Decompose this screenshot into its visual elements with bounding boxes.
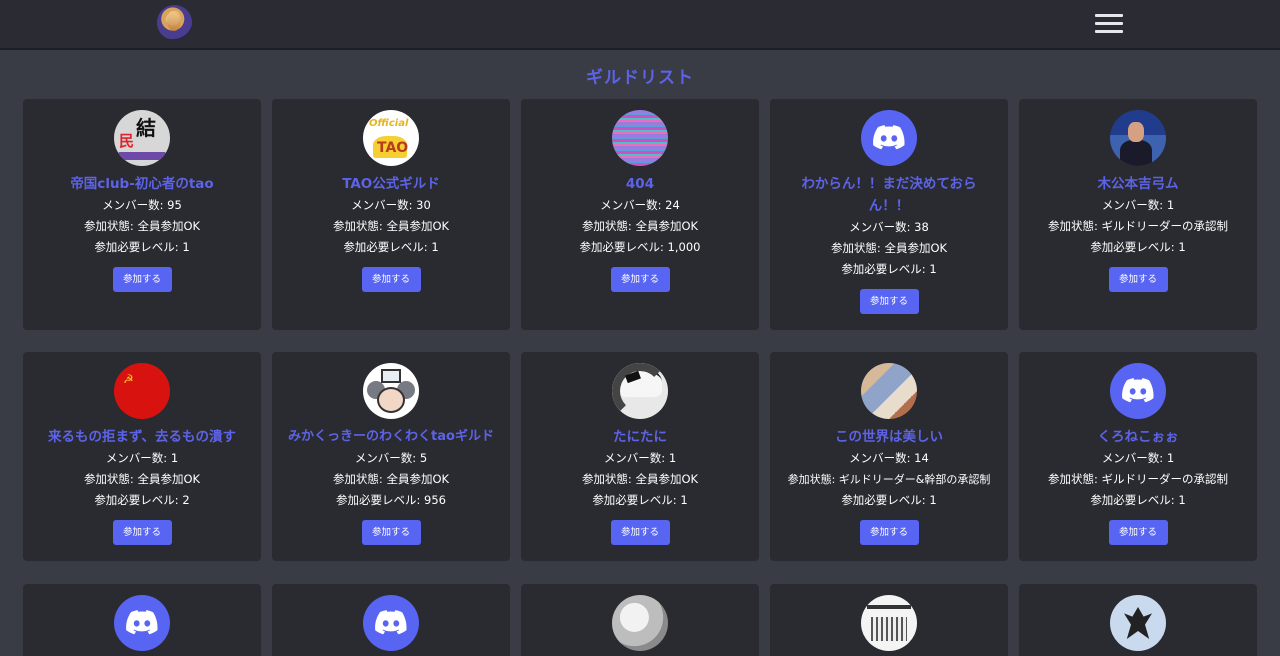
join-button[interactable]: 参加する xyxy=(859,520,919,545)
dragon-avatar xyxy=(1110,595,1166,651)
guild-name[interactable]: TAO公式ギルド xyxy=(272,173,510,195)
discord-icon xyxy=(126,610,158,635)
join-status: 参加状態: ギルドリーダーの承認制 xyxy=(1047,472,1229,486)
join-status: 参加状態: 全員参加OK xyxy=(83,472,201,486)
member-count: メンバー数: 24 xyxy=(600,198,680,212)
guild-name[interactable]: たにたに xyxy=(521,426,759,448)
top-navbar xyxy=(0,0,1280,50)
member-count: メンバー数: 1 xyxy=(105,451,179,465)
required-level: 参加必要レベル: 956 xyxy=(336,493,446,507)
join-status: 参加状態: ギルドリーダーの承認制 xyxy=(1047,219,1229,233)
join-status: 参加状態: 全員参加OK xyxy=(830,241,948,255)
discord-avatar xyxy=(861,110,917,166)
member-count: メンバー数: 1 xyxy=(1101,198,1175,212)
guild-name[interactable]: 来るもの拒まず、去るもの潰す xyxy=(23,426,261,448)
painting-avatar xyxy=(861,363,917,419)
required-level: 参加必要レベル: 2 xyxy=(94,493,190,507)
mouse-avatar xyxy=(363,363,419,419)
required-level: 参加必要レベル: 1 xyxy=(841,493,937,507)
guild-name[interactable]: 木公本吉弓ム xyxy=(1019,173,1257,195)
tao-official-avatar: Official TAO xyxy=(363,110,419,166)
guild-card: たにたに メンバー数: 1 参加状態: 全員参加OK 参加必要レベル: 1 参加… xyxy=(521,352,759,561)
guild-name[interactable]: みかくっきーのわくわくtaoギルド xyxy=(272,426,510,448)
hamburger-menu-icon[interactable] xyxy=(1094,10,1124,36)
join-status: 参加状態: 全員参加OK xyxy=(581,472,699,486)
required-level: 参加必要レベル: 1 xyxy=(841,262,937,276)
join-button[interactable]: 参加する xyxy=(112,267,172,292)
join-status: 参加状態: 全員参加OK xyxy=(332,219,450,233)
page-title: ギルドリスト xyxy=(586,68,694,88)
join-button[interactable]: 参加する xyxy=(361,520,421,545)
member-count: メンバー数: 1 xyxy=(1101,451,1175,465)
join-status: 参加状態: 全員参加OK xyxy=(581,219,699,233)
guild-name[interactable]: わからん！！まだ決めておらん！！ xyxy=(770,173,1008,217)
guild-card xyxy=(1019,584,1257,656)
join-status: 参加状態: ギルドリーダー&幹部の承認制 xyxy=(787,473,991,486)
required-level: 参加必要レベル: 1 xyxy=(1090,493,1186,507)
guild-name[interactable]: 帝国club-初心者のtao xyxy=(23,173,261,195)
required-level: 参加必要レベル: 1 xyxy=(94,240,190,254)
member-count: メンバー数: 14 xyxy=(849,451,929,465)
member-count: メンバー数: 1 xyxy=(603,451,677,465)
guild-card: わからん！！まだ決めておらん！！ メンバー数: 38 参加状態: 全員参加OK … xyxy=(770,99,1008,330)
discord-icon xyxy=(873,125,905,150)
required-level: 参加必要レベル: 1 xyxy=(592,493,688,507)
member-count: メンバー数: 30 xyxy=(351,198,431,212)
join-button[interactable]: 参加する xyxy=(610,267,670,292)
required-level: 参加必要レベル: 1 xyxy=(343,240,439,254)
member-count: メンバー数: 5 xyxy=(354,451,428,465)
discord-icon xyxy=(1122,378,1154,403)
guild-card: みかくっきーのわくわくtaoギルド メンバー数: 5 参加状態: 全員参加OK … xyxy=(272,352,510,561)
discord-icon xyxy=(375,610,407,635)
required-level: 参加必要レベル: 1,000 xyxy=(579,240,701,254)
anime-girl-avatar xyxy=(612,363,668,419)
guild-card xyxy=(23,584,261,656)
man-avatar xyxy=(1110,110,1166,166)
required-level: 参加必要レベル: 1 xyxy=(1090,240,1186,254)
member-count: メンバー数: 38 xyxy=(849,220,929,234)
discord-avatar xyxy=(363,595,419,651)
sketch-avatar xyxy=(612,595,668,651)
join-button[interactable]: 参加する xyxy=(859,289,919,314)
guild-card: 404 メンバー数: 24 参加状態: 全員参加OK 参加必要レベル: 1,00… xyxy=(521,99,759,330)
guild-card: ☭ 来るもの拒まず、去るもの潰す メンバー数: 1 参加状態: 全員参加OK 参… xyxy=(23,352,261,561)
recruit-avatar: 結民 xyxy=(114,110,170,166)
join-button[interactable]: 参加する xyxy=(610,520,670,545)
discord-avatar xyxy=(1110,363,1166,419)
guild-card: 結民 帝国club-初心者のtao メンバー数: 95 参加状態: 全員参加OK… xyxy=(23,99,261,330)
join-status: 参加状態: 全員参加OK xyxy=(332,472,450,486)
guild-name[interactable]: 404 xyxy=(521,173,759,195)
guild-name[interactable]: この世界は美しい xyxy=(770,426,1008,448)
guild-card xyxy=(770,584,1008,656)
join-button[interactable]: 参加する xyxy=(1108,267,1168,292)
member-count: メンバー数: 95 xyxy=(102,198,182,212)
soviet-flag-avatar: ☭ xyxy=(114,363,170,419)
glitch-avatar xyxy=(612,110,668,166)
guild-card xyxy=(272,584,510,656)
manga-avatar xyxy=(861,595,917,651)
join-button[interactable]: 参加する xyxy=(1108,520,1168,545)
join-status: 参加状態: 全員参加OK xyxy=(83,219,201,233)
guild-card: この世界は美しい メンバー数: 14 参加状態: ギルドリーダー&幹部の承認制 … xyxy=(770,352,1008,561)
guild-card: 木公本吉弓ム メンバー数: 1 参加状態: ギルドリーダーの承認制 参加必要レベ… xyxy=(1019,99,1257,330)
join-button[interactable]: 参加する xyxy=(112,520,172,545)
guild-card: Official TAO TAO公式ギルド メンバー数: 30 参加状態: 全員参… xyxy=(272,99,510,330)
join-button[interactable]: 参加する xyxy=(361,267,421,292)
guild-name[interactable]: くろねこぉぉ xyxy=(1019,426,1257,448)
guild-card: くろねこぉぉ メンバー数: 1 参加状態: ギルドリーダーの承認制 参加必要レベ… xyxy=(1019,352,1257,561)
discord-avatar xyxy=(114,595,170,651)
guild-card xyxy=(521,584,759,656)
guild-logo-icon[interactable] xyxy=(157,5,192,40)
